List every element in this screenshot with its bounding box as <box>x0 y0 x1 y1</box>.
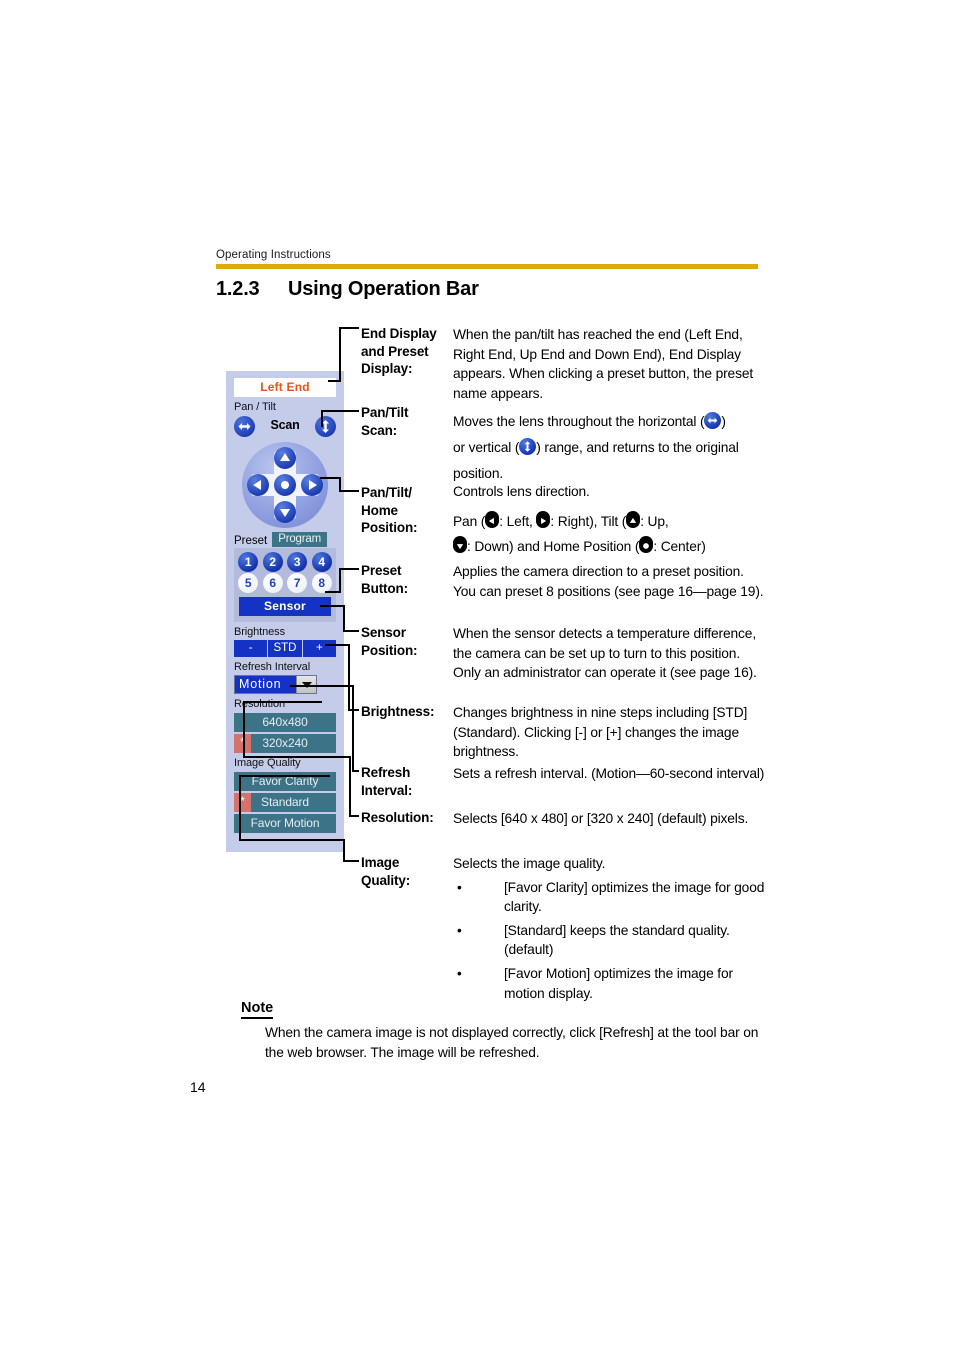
arrow-up-icon[interactable] <box>274 447 296 469</box>
camera-operation-bar: Left End Pan / Tilt Scan Preset Program … <box>226 371 344 852</box>
brightness-label: Brightness <box>234 626 285 638</box>
chevron-down-icon[interactable] <box>296 676 316 693</box>
term-sensor-position: Sensor Position: <box>361 625 418 658</box>
desc-resolution: Selects [640 x 480] or [320 x 240] (defa… <box>453 811 749 826</box>
page-number: 14 <box>190 1079 206 1095</box>
desc-end-display: When the pan/tilt has reached the end (L… <box>453 327 754 401</box>
arrow-left-icon[interactable] <box>247 474 269 496</box>
preset-header: Preset Program <box>234 532 336 547</box>
selected-marker-icon: * <box>234 793 251 812</box>
note-heading: Note <box>241 1000 274 1019</box>
desc-pan-tilt-home-position: Controls lens direction. Pan (: Left, : … <box>453 484 706 554</box>
arrow-left-icon <box>485 510 500 528</box>
desc-pan-tilt-scan: Moves the lens throughout the horizontal… <box>453 412 739 481</box>
pan-tilt-label: Pan / Tilt <box>234 401 276 413</box>
note-body: When the camera image is not displayed c… <box>265 1025 759 1060</box>
dpad-control <box>242 442 328 528</box>
list-item: [Favor Clarity] optimizes the image for … <box>453 878 765 917</box>
arrow-up-icon <box>626 510 641 528</box>
image-quality-option-standard[interactable]: * Standard <box>234 793 336 812</box>
list-item: [Favor Motion] optimizes the image for m… <box>453 964 765 1003</box>
brightness-plus-button[interactable]: + <box>302 640 336 657</box>
term-pan-tilt-home-position: Pan/Tilt/ Home Position: <box>361 485 418 535</box>
end-display: Left End <box>234 378 336 397</box>
vertical-scan-icon[interactable] <box>315 416 336 437</box>
image-quality-option-standard-label: Standard <box>261 795 309 809</box>
program-button[interactable]: Program <box>272 532 327 547</box>
preset-button-grid: 1 2 3 4 5 6 7 8 Sensor <box>234 548 336 622</box>
selected-marker-icon: * <box>234 734 251 753</box>
term-image-quality: Image Quality: <box>361 855 411 888</box>
preset-button-6[interactable]: 6 <box>262 573 283 593</box>
brightness-controls: - STD + <box>234 640 336 657</box>
image-quality-option-favor-motion[interactable]: Favor Motion <box>234 814 336 833</box>
refresh-interval-label: Refresh Interval <box>234 661 311 673</box>
term-brightness: Brightness: <box>361 704 435 719</box>
resolution-option-320x240-label: 320x240 <box>262 736 308 750</box>
term-resolution: Resolution: <box>361 810 434 825</box>
scan-label: Scan <box>270 418 300 432</box>
desc-sensor-position: When the sensor detects a temperature di… <box>453 626 757 681</box>
preset-button-8[interactable]: 8 <box>311 573 332 593</box>
preset-button-7[interactable]: 7 <box>287 573 308 593</box>
page-title: 1.2.3 Using Operation Bar <box>216 278 776 301</box>
preset-button-4[interactable]: 4 <box>311 552 332 572</box>
refresh-interval-value: Motion <box>239 677 282 691</box>
term-refresh-interval: Refresh Interval: <box>361 765 413 798</box>
resolution-option-640x480[interactable]: 640x480 <box>234 713 336 732</box>
horizontal-scan-icon <box>704 412 722 429</box>
desc-preset-button: Applies the camera direction to a preset… <box>453 564 764 599</box>
preset-row-top: 1 2 3 4 <box>236 552 334 572</box>
image-quality-label: Image Quality <box>234 757 301 769</box>
preset-label: Preset <box>234 535 268 547</box>
arrow-down-icon[interactable] <box>274 501 296 523</box>
refresh-interval-select[interactable]: Motion <box>234 675 317 694</box>
arrow-right-icon[interactable] <box>301 474 323 496</box>
vertical-scan-icon <box>519 438 537 455</box>
image-quality-bullet-list: [Favor Clarity] optimizes the image for … <box>453 878 765 1004</box>
term-preset-button: Preset Button: <box>361 563 408 596</box>
home-center-icon[interactable] <box>274 474 296 496</box>
resolution-option-320x240[interactable]: * 320x240 <box>234 734 336 753</box>
horizontal-scan-icon[interactable] <box>234 416 255 437</box>
brightness-minus-button[interactable]: - <box>234 640 268 657</box>
desc-image-quality: Selects the image quality. [Favor Clarit… <box>453 854 765 1003</box>
term-end-display: End Display and Preset Display: <box>361 326 437 376</box>
arrow-down-icon <box>453 535 467 553</box>
desc-brightness: Changes brightness in nine steps includi… <box>453 705 748 760</box>
sensor-button[interactable]: Sensor <box>239 597 331 616</box>
scan-row: Scan <box>234 414 336 440</box>
preset-button-1[interactable]: 1 <box>238 552 259 572</box>
arrow-right-icon <box>536 510 551 528</box>
running-head: Operating Instructions <box>216 249 331 261</box>
term-pan-tilt-scan: Pan/Tilt Scan: <box>361 405 409 438</box>
home-center-icon <box>639 535 654 553</box>
header-rule <box>216 264 758 269</box>
preset-button-3[interactable]: 3 <box>287 552 308 572</box>
preset-button-5[interactable]: 5 <box>238 573 259 593</box>
section-title-text: Using Operation Bar <box>288 278 479 300</box>
image-quality-option-favor-clarity[interactable]: Favor Clarity <box>234 772 336 791</box>
brightness-std-button[interactable]: STD <box>268 640 302 657</box>
resolution-label: Resolution <box>234 698 285 710</box>
desc-refresh-interval: Sets a refresh interval. (Motion—60-seco… <box>453 766 765 781</box>
list-item: [Standard] keeps the standard quality. (… <box>453 921 765 960</box>
preset-button-2[interactable]: 2 <box>262 552 283 572</box>
preset-row-bottom: 5 6 7 8 <box>236 573 334 593</box>
section-number: 1.2.3 <box>216 278 260 300</box>
